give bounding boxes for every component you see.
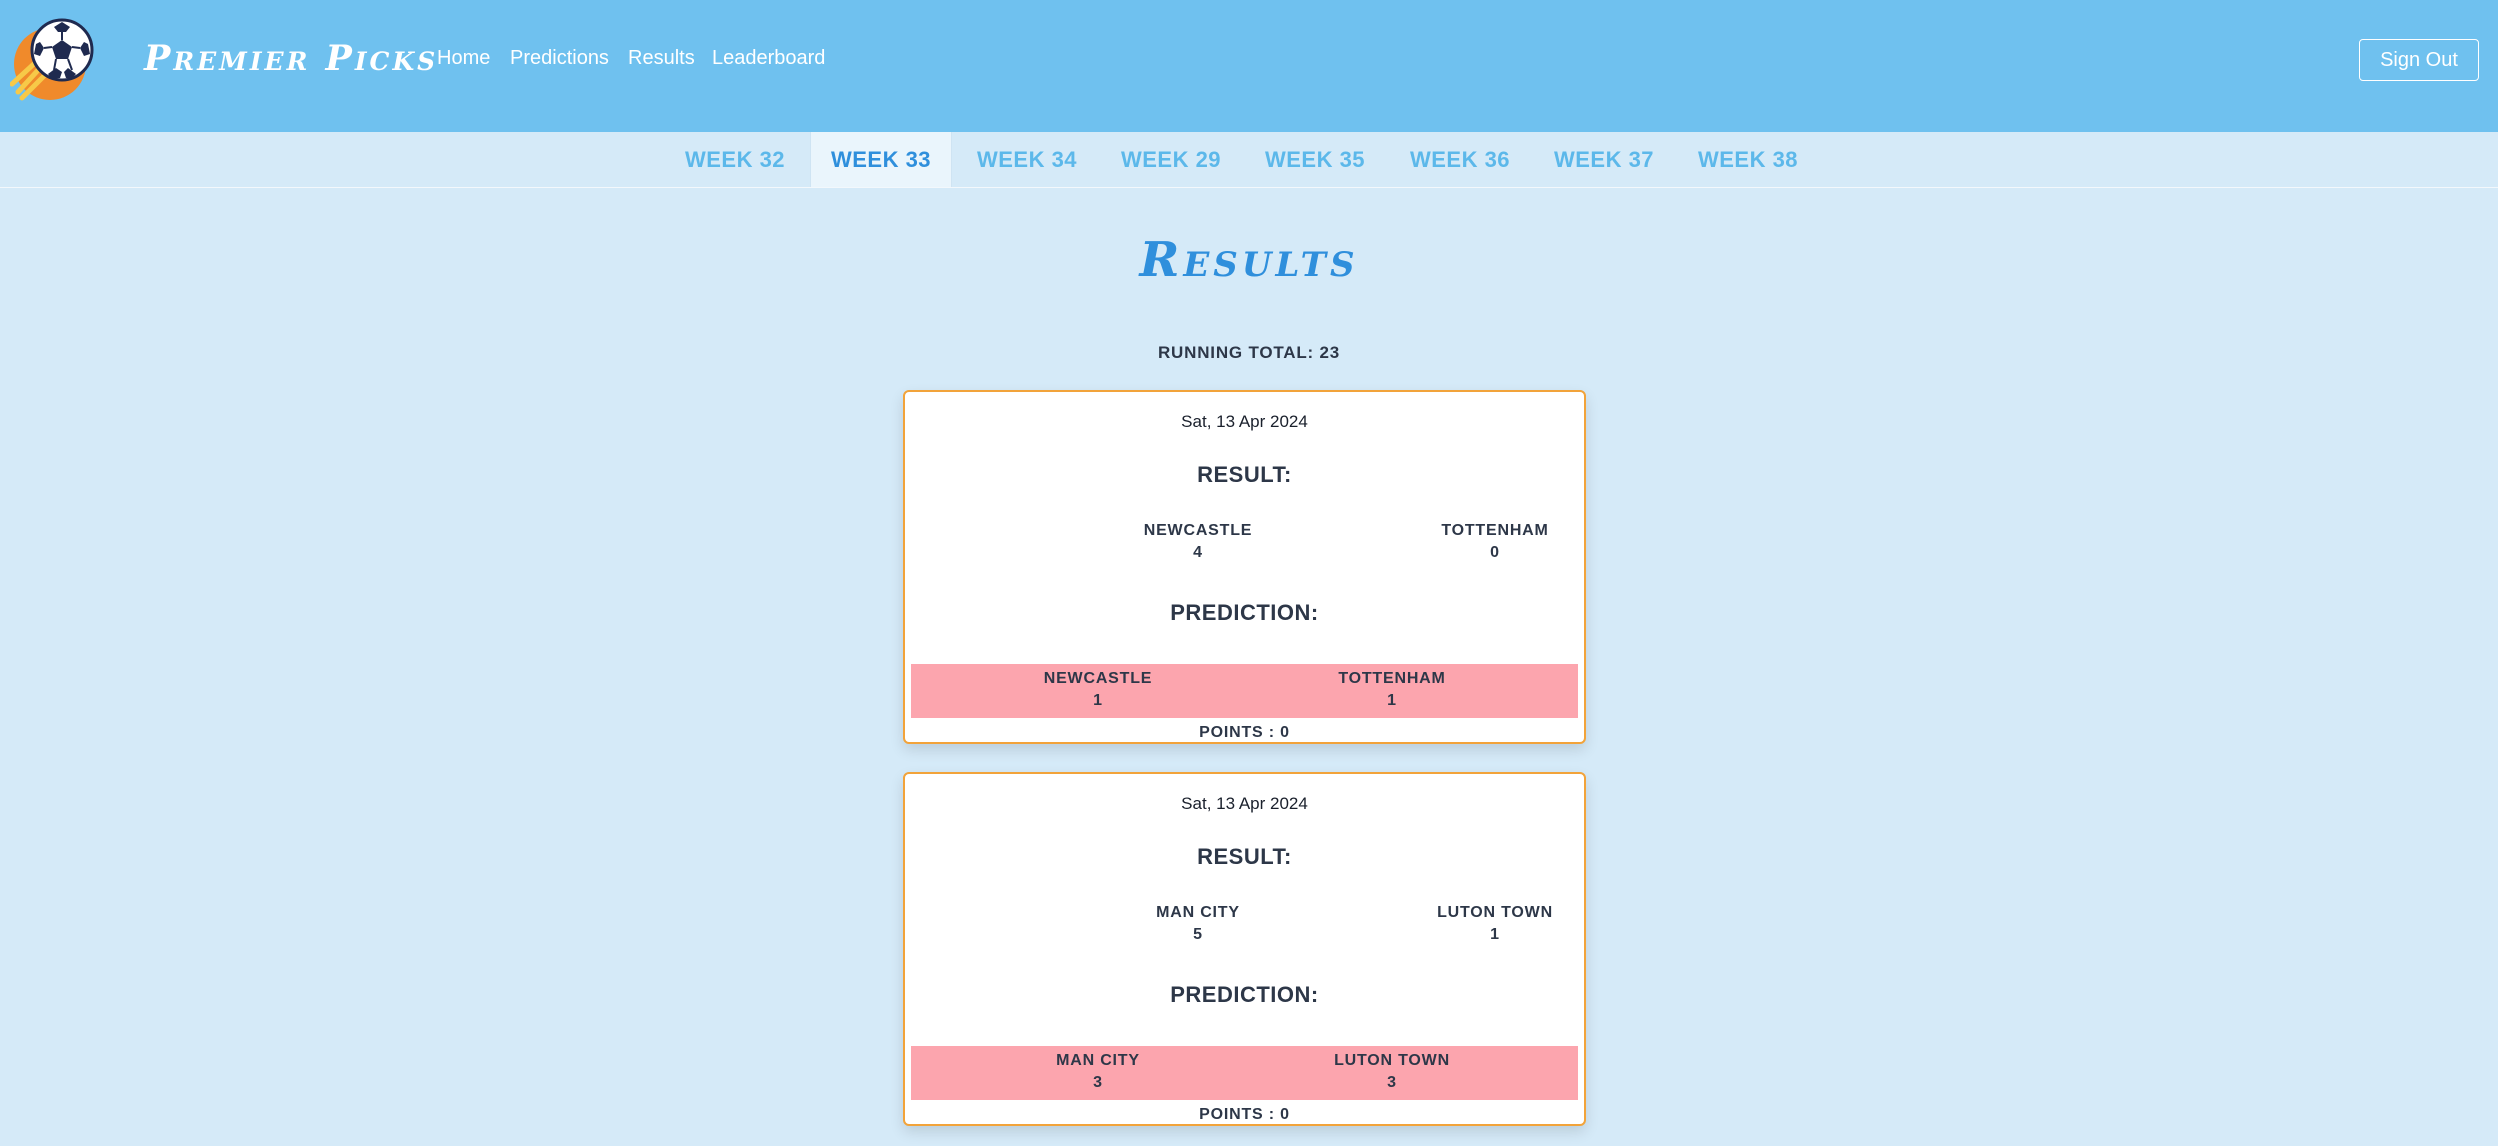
prediction-band: MAN CITY 3 LUTON TOWN 3 (911, 1046, 1578, 1100)
match-date: Sat, 13 Apr 2024 (1181, 794, 1308, 813)
nav-results[interactable]: Results (628, 47, 695, 70)
team-name: TOTTENHAM (1338, 670, 1446, 687)
result-heading: RESULT: (1197, 844, 1292, 869)
result-away-team: TOTTENHAM 0 (1385, 520, 1605, 564)
team-score: 4 (1193, 544, 1203, 561)
result-heading: RESULT: (1197, 462, 1292, 487)
team-score: 1 (1093, 692, 1103, 709)
prediction-away-team: TOTTENHAM 1 (1282, 668, 1502, 712)
match-card: Sat, 13 Apr 2024 RESULT: MAN CITY 5 LUTO… (903, 772, 1586, 1126)
team-score: 3 (1093, 1074, 1103, 1091)
team-score: 0 (1490, 544, 1500, 561)
sign-out-button[interactable]: Sign Out (2359, 39, 2479, 81)
soccer-ball-icon[interactable] (10, 18, 94, 102)
result-home-team: NEWCASTLE 4 (1088, 520, 1308, 564)
result-away-team: LUTON TOWN 1 (1385, 902, 1605, 946)
team-name: LUTON TOWN (1437, 904, 1553, 921)
prediction-band: NEWCASTLE 1 TOTTENHAM 1 (911, 664, 1578, 718)
nav-predictions[interactable]: Predictions (510, 47, 609, 70)
tab-week-32[interactable]: WEEK 32 (670, 132, 800, 187)
tab-week-37[interactable]: WEEK 37 (1539, 132, 1669, 187)
points-value: POINTS : 0 (1199, 724, 1290, 741)
team-name: MAN CITY (1156, 904, 1240, 921)
tab-week-34[interactable]: WEEK 34 (962, 132, 1092, 187)
tab-week-35[interactable]: WEEK 35 (1250, 132, 1380, 187)
team-score: 5 (1193, 926, 1203, 943)
nav-leaderboard[interactable]: Leaderboard (712, 47, 825, 70)
prediction-home-team: MAN CITY 3 (988, 1050, 1208, 1094)
team-name: NEWCASTLE (1043, 670, 1153, 687)
page-title: Results (1139, 232, 1359, 288)
prediction-away-team: LUTON TOWN 3 (1282, 1050, 1502, 1094)
team-name: MAN CITY (1056, 1052, 1140, 1069)
points-value: POINTS : 0 (1199, 1106, 1290, 1123)
match-card: Sat, 13 Apr 2024 RESULT: NEWCASTLE 4 TOT… (903, 390, 1586, 744)
match-date: Sat, 13 Apr 2024 (1181, 412, 1308, 431)
tab-week-33[interactable]: WEEK 33 (810, 132, 952, 187)
team-name: LUTON TOWN (1334, 1052, 1450, 1069)
team-name: NEWCASTLE (1143, 522, 1253, 539)
prediction-heading: PREDICTION: (1170, 982, 1319, 1007)
top-navbar: Premier Picks Home Predictions Results L… (0, 0, 2498, 132)
week-tabs: WEEK 32 WEEK 33 WEEK 34 WEEK 29 WEEK 35 … (0, 132, 2498, 188)
nav-home[interactable]: Home (437, 47, 490, 70)
prediction-heading: PREDICTION: (1170, 600, 1319, 625)
brand-title[interactable]: Premier Picks (144, 38, 438, 79)
tab-week-29[interactable]: WEEK 29 (1106, 132, 1236, 187)
result-home-team: MAN CITY 5 (1088, 902, 1308, 946)
team-score: 1 (1490, 926, 1500, 943)
running-total: RUNNING TOTAL: 23 (1157, 343, 1341, 362)
team-score: 1 (1387, 692, 1397, 709)
team-name: TOTTENHAM (1441, 522, 1549, 539)
tab-week-36[interactable]: WEEK 36 (1395, 132, 1525, 187)
tab-week-38[interactable]: WEEK 38 (1683, 132, 1813, 187)
prediction-home-team: NEWCASTLE 1 (988, 668, 1208, 712)
team-score: 3 (1387, 1074, 1397, 1091)
